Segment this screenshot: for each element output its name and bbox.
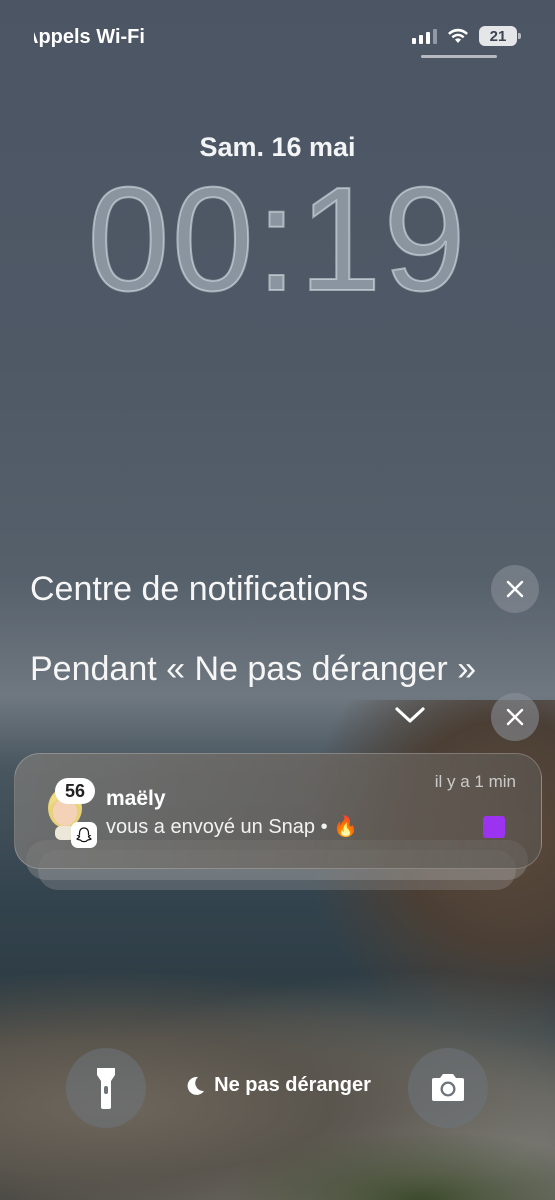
dnd-section-title: Pendant « Ne pas déranger » bbox=[30, 650, 477, 688]
carrier-label: Appels Wi-Fi bbox=[34, 26, 144, 48]
wifi-icon bbox=[448, 28, 468, 43]
notification-center-title: Centre de notifications bbox=[30, 570, 369, 608]
battery-icon: 21 bbox=[479, 26, 521, 46]
notification-body: vous a envoyé un Snap • 🔥 bbox=[106, 814, 358, 839]
snapchat-ghost-icon bbox=[71, 822, 97, 848]
notification-sender: maëly bbox=[106, 787, 166, 810]
status-indicators: 21 bbox=[412, 24, 521, 48]
signal-icon bbox=[412, 28, 437, 44]
camera-button[interactable] bbox=[408, 1048, 488, 1128]
notification-message: vous a envoyé un Snap • bbox=[106, 816, 328, 838]
notification-badge: 56 bbox=[55, 778, 95, 804]
clear-dnd-button[interactable] bbox=[491, 693, 539, 741]
wallpaper-vegetation bbox=[220, 1130, 555, 1200]
purple-snap-indicator bbox=[483, 816, 505, 838]
clear-notifications-button[interactable] bbox=[491, 565, 539, 613]
lock-time: 00:19 bbox=[86, 157, 468, 322]
close-icon bbox=[506, 708, 524, 726]
snapchat-notification[interactable]: 56 maëly il y a 1 min vous a envoyé un S… bbox=[14, 753, 542, 869]
status-indicator-line bbox=[421, 55, 497, 58]
fire-emoji: 🔥 bbox=[333, 816, 359, 838]
close-icon bbox=[506, 580, 524, 598]
focus-mode-label: Ne pas déranger bbox=[214, 1074, 371, 1096]
chevron-down-icon[interactable] bbox=[393, 704, 427, 726]
notification-time: il y a 1 min bbox=[434, 772, 516, 791]
moon-icon bbox=[187, 1076, 205, 1095]
camera-icon bbox=[432, 1074, 464, 1101]
